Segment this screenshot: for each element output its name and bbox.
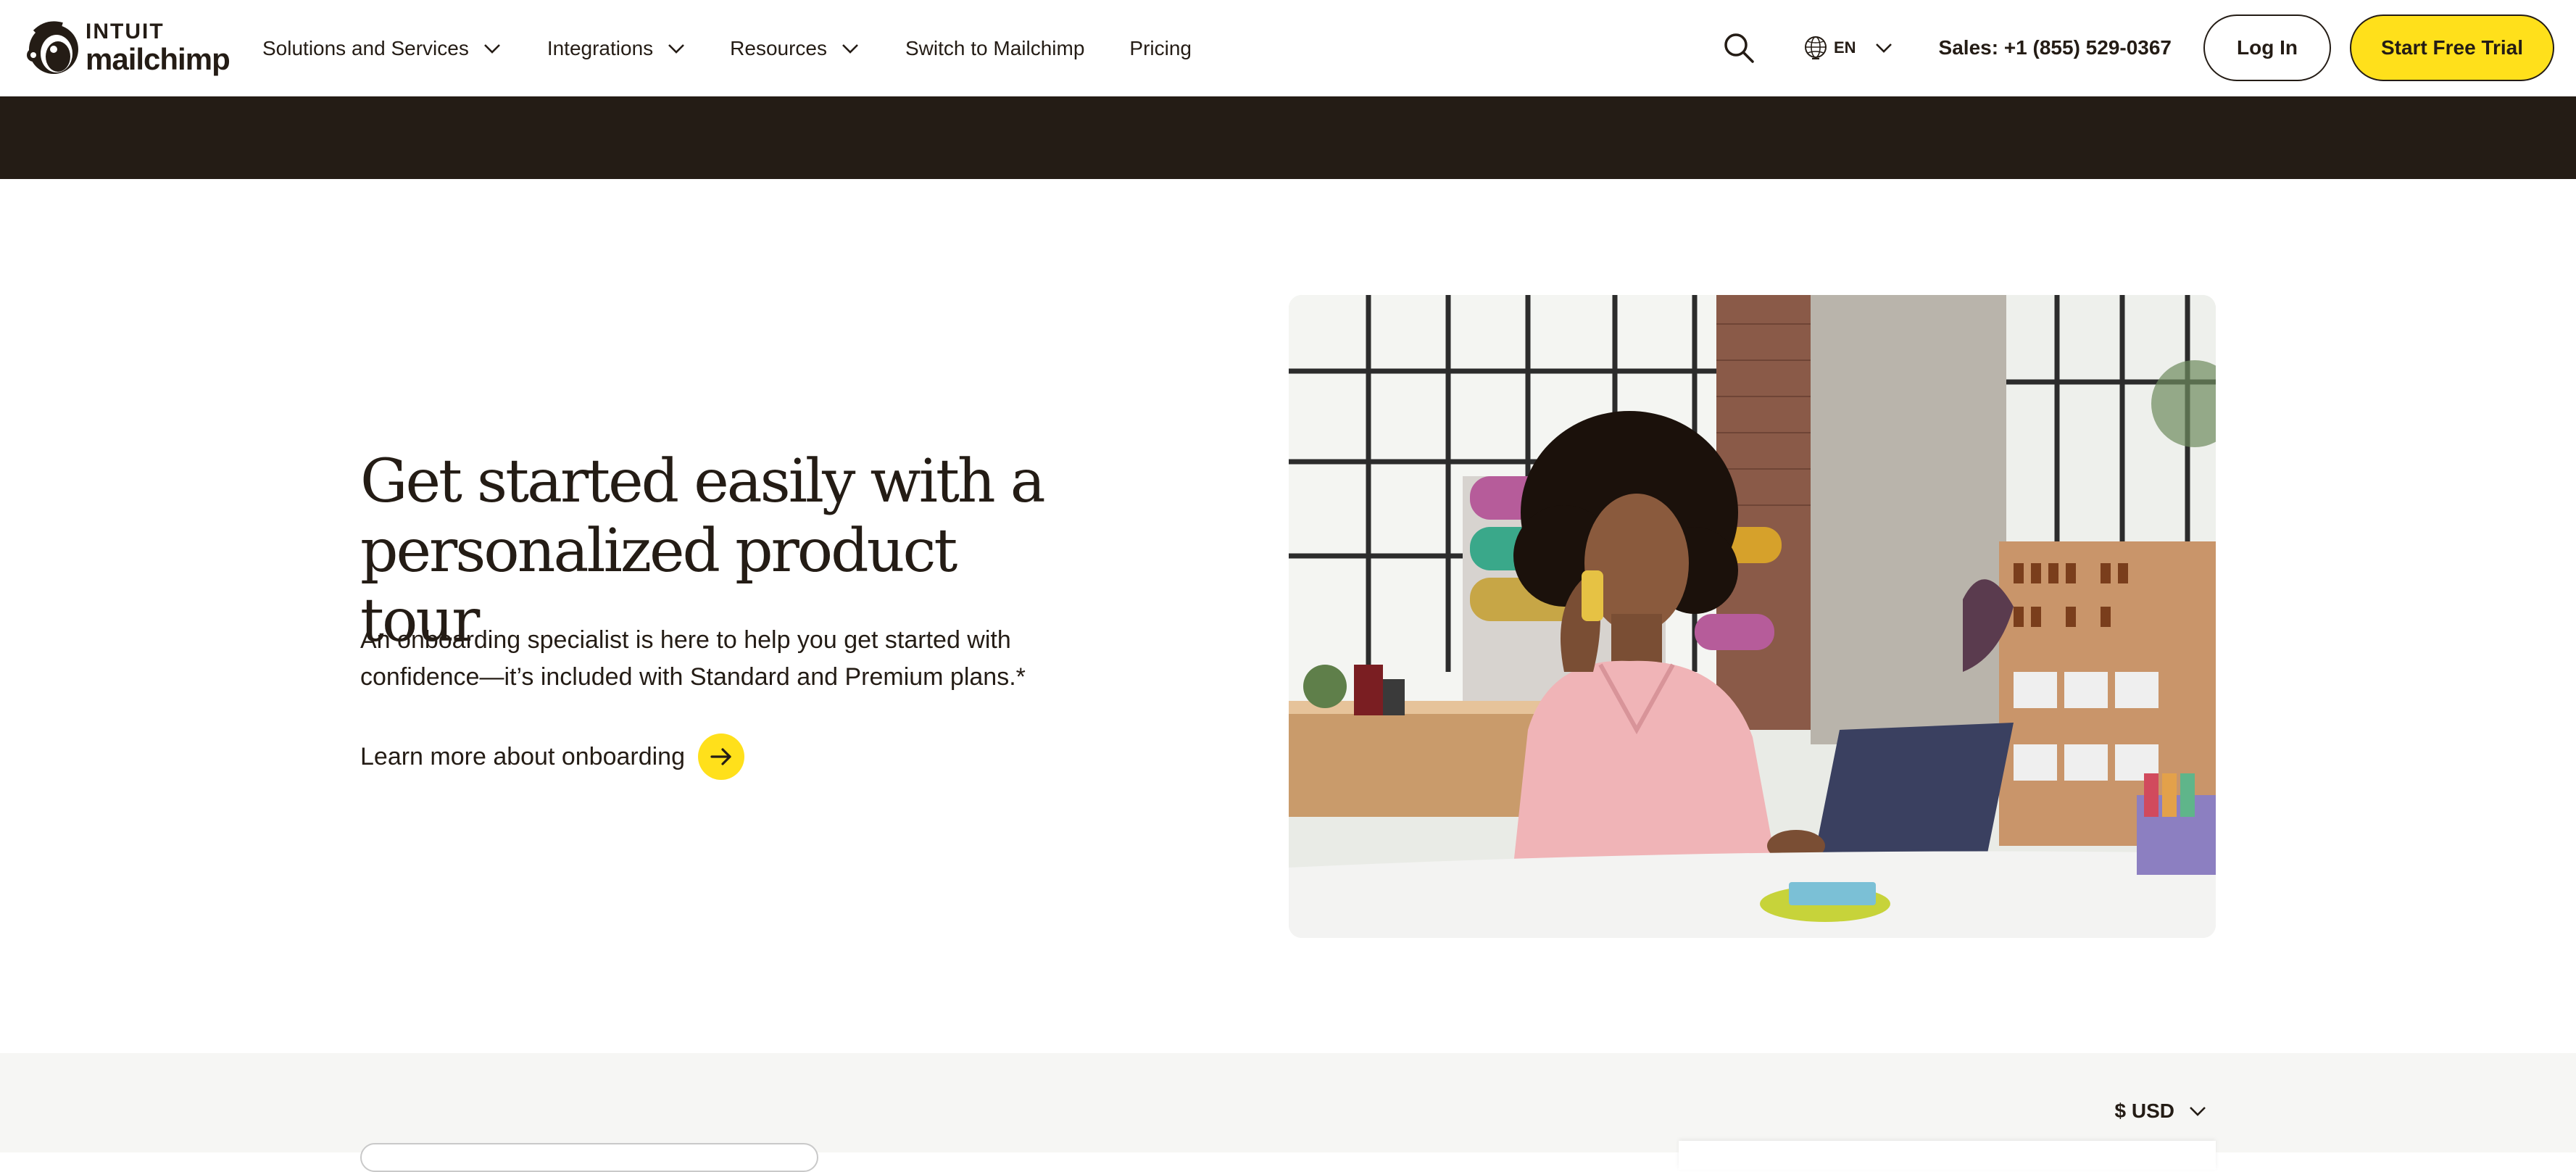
start-free-trial-button[interactable]: Start Free Trial bbox=[2350, 14, 2554, 81]
arrow-right-icon bbox=[710, 748, 731, 765]
freddie-logo-icon bbox=[27, 21, 78, 74]
nav-integrations[interactable]: Integrations bbox=[547, 37, 686, 60]
nav-resources[interactable]: Resources bbox=[730, 37, 860, 60]
nav-label: Resources bbox=[730, 36, 827, 59]
globe-icon bbox=[1804, 36, 1827, 59]
sales-phone-link[interactable]: Sales: +1 (855) 529-0367 bbox=[1939, 36, 2172, 59]
main-nav: Solutions and Services Integrations Reso… bbox=[262, 0, 1192, 96]
link-label: Learn more about onboarding bbox=[360, 742, 685, 770]
billing-toggle[interactable] bbox=[360, 1143, 818, 1172]
chevron-down-icon bbox=[2190, 1107, 2206, 1116]
nav-label: Integrations bbox=[547, 36, 654, 59]
dark-banner bbox=[0, 96, 2576, 179]
pricing-section: $ USD bbox=[0, 1053, 2576, 1172]
nav-label: Switch to Mailchimp bbox=[905, 36, 1085, 59]
chevron-down-icon bbox=[1875, 43, 1892, 53]
nav-solutions-and-services[interactable]: Solutions and Services bbox=[262, 37, 502, 60]
header-actions: EN Sales: +1 (855) 529-0367 Log In Start… bbox=[1721, 14, 2554, 81]
section-description: An onboarding specialist is here to help… bbox=[360, 626, 1026, 691]
nav-label: Solutions and Services bbox=[262, 36, 469, 59]
onboarding-photo bbox=[1289, 295, 2216, 938]
learn-more-onboarding-link[interactable]: Learn more about onboarding bbox=[360, 733, 744, 780]
chevron-down-icon bbox=[842, 43, 858, 54]
login-button[interactable]: Log In bbox=[2203, 14, 2331, 81]
currency-label: $ USD bbox=[2114, 1100, 2174, 1122]
chevron-down-icon bbox=[668, 43, 685, 54]
currency-selector[interactable]: $ USD bbox=[2115, 1100, 2208, 1123]
title-line-1: Get started easily with a bbox=[360, 447, 1046, 516]
search-icon[interactable] bbox=[1721, 30, 1757, 66]
nav-label: Pricing bbox=[1129, 36, 1192, 59]
site-header: INTUIT mailchimp Solutions and Services … bbox=[0, 0, 2576, 96]
language-label: EN bbox=[1833, 38, 1856, 57]
logo-intuit-text: INTUIT bbox=[86, 20, 165, 43]
woman-on-phone-image bbox=[1289, 295, 2216, 938]
plan-card bbox=[1679, 1141, 2216, 1170]
mailchimp-logo[interactable]: INTUIT mailchimp bbox=[25, 17, 230, 78]
logo-mailchimp-text: mailchimp bbox=[86, 42, 230, 76]
nav-switch-to-mailchimp[interactable]: Switch to Mailchimp bbox=[905, 37, 1084, 60]
language-selector[interactable]: EN bbox=[1802, 34, 1894, 62]
arrow-button[interactable] bbox=[698, 733, 744, 780]
chevron-down-icon bbox=[483, 43, 500, 54]
onboarding-section: Get started easily with a personalized p… bbox=[0, 179, 2576, 1053]
nav-pricing[interactable]: Pricing bbox=[1129, 37, 1192, 60]
